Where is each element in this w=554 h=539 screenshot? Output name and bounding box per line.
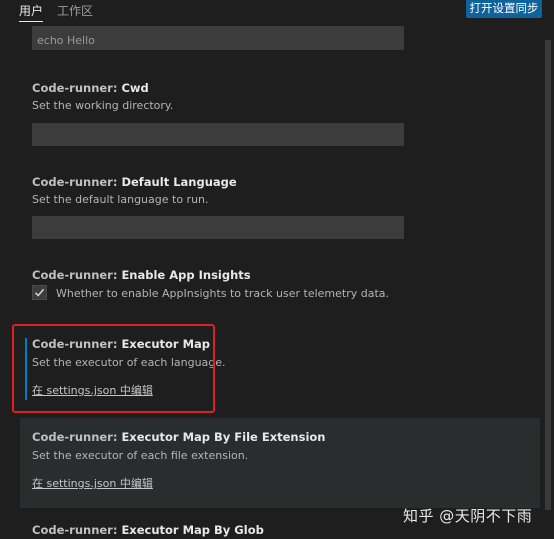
watermark: 知乎 @天阴不下雨 [403, 507, 533, 525]
annotation-highlight-box [12, 324, 215, 413]
setting-category: Code-runner: [32, 268, 122, 282]
setting-title-default-language: Code-runner: Default Language [32, 175, 237, 189]
setting-category: Code-runner: [32, 175, 122, 189]
enable-app-insights-checkbox[interactable] [32, 285, 47, 300]
settings-header: 用户 工作区 打开设置同步 [0, 0, 554, 26]
setting-category: Code-runner: [32, 81, 122, 95]
setting-title-executor-map-by-file-extension: Code-runner: Executor Map By File Extens… [32, 430, 325, 444]
setting-title-cwd: Code-runner: Cwd [32, 81, 149, 95]
setting-category: Code-runner: [32, 523, 122, 537]
previous-setting-input-value: echo Hello [37, 34, 95, 47]
setting-title-enable-app-insights: Code-runner: Enable App Insights [32, 268, 251, 282]
setting-name: Enable App Insights [121, 268, 251, 282]
settings-page: 用户 工作区 打开设置同步 echo Hello Code-runner: Cw… [0, 0, 554, 539]
check-icon [34, 288, 45, 297]
default-language-input[interactable] [32, 216, 404, 239]
setting-name: Executor Map By Glob [121, 523, 264, 537]
active-tab-indicator [19, 21, 43, 22]
tab-user[interactable]: 用户 [19, 4, 43, 18]
setting-description-cwd: Set the working directory. [32, 99, 174, 112]
cwd-input[interactable] [32, 123, 404, 146]
setting-description-executor-map-by-file-extension: Set the executor of each file extension. [32, 449, 249, 462]
setting-name: Executor Map By File Extension [121, 430, 326, 444]
edit-in-settings-json-link[interactable]: 在 settings.json 中编辑 [32, 477, 153, 491]
setting-name: Cwd [121, 81, 149, 95]
setting-description-default-language: Set the default language to run. [32, 193, 209, 206]
setting-name: Default Language [121, 175, 237, 189]
setting-category: Code-runner: [32, 430, 122, 444]
tab-workspace[interactable]: 工作区 [57, 4, 93, 18]
previous-setting-input[interactable]: echo Hello [32, 26, 404, 50]
setting-title-executor-map-by-glob: Code-runner: Executor Map By Glob [32, 523, 264, 537]
enable-app-insights-label: Whether to enable AppInsights to track u… [56, 287, 390, 300]
open-settings-sync-button[interactable]: 打开设置同步 [466, 0, 542, 18]
scrollbar-thumb[interactable] [545, 40, 551, 510]
